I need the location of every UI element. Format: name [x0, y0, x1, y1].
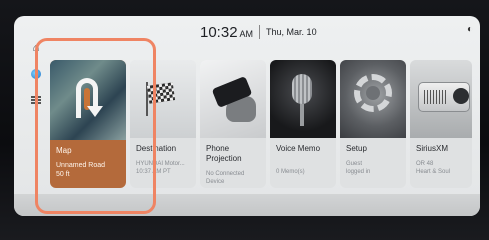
- status-bar: 10:32 AM Thu, Mar. 10: [200, 22, 317, 42]
- voice-memo-widget[interactable]: Voice Memo 0 Memo(s): [270, 60, 336, 188]
- map-highlight-outline: [35, 38, 156, 214]
- clock: 10:32 AM: [200, 23, 254, 41]
- phone-projection-title: Phone Projection: [206, 144, 242, 163]
- siriusxm-station: Heart & Soul: [416, 169, 451, 175]
- siriusxm-title: SiriusXM: [416, 144, 449, 153]
- siriusxm-widget[interactable]: SiriusXM OR 48 Heart & Soul: [410, 60, 472, 188]
- setup-user: Guest: [346, 161, 363, 167]
- phone-projection-widget[interactable]: Phone Projection No Connected Device: [200, 60, 266, 188]
- setup-status: logged in: [346, 169, 371, 175]
- phone-status-line1: No Connected: [206, 171, 245, 177]
- setup-title: Setup: [346, 144, 367, 153]
- date: Thu, Mar. 10: [266, 27, 317, 37]
- voice-memo-count: 0 Memo(s): [276, 169, 305, 175]
- radio-icon: [418, 82, 470, 112]
- phone-status-line2: Device: [206, 179, 225, 185]
- siriusxm-channel: OR 48: [416, 161, 434, 167]
- connection-status-icon: ◐: [466, 24, 473, 35]
- microphone-icon: [292, 74, 312, 104]
- voice-memo-title: Voice Memo: [276, 144, 321, 153]
- status-divider: [259, 25, 261, 39]
- setup-widget[interactable]: Setup Guest logged in: [340, 60, 406, 188]
